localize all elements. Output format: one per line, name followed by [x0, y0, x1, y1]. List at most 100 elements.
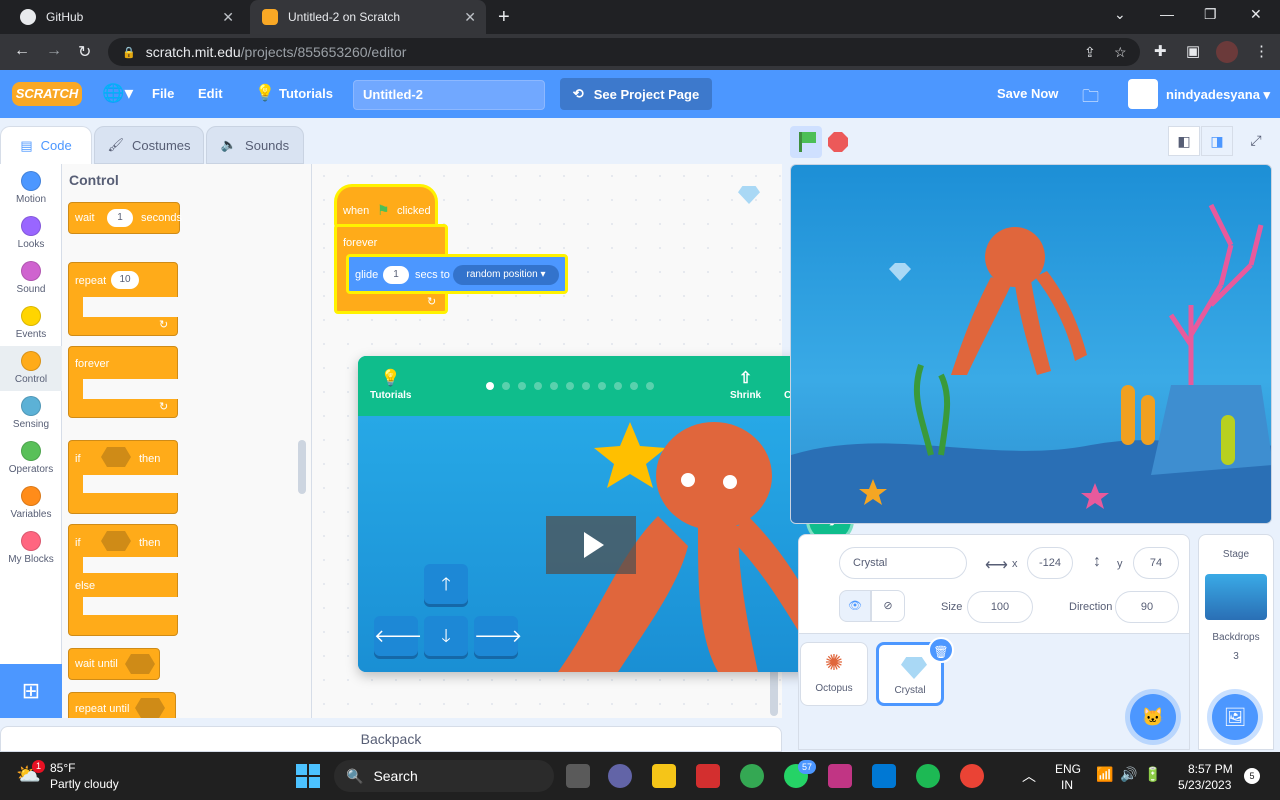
- choose-backdrop-icon[interactable]: 🖼: [1212, 694, 1258, 740]
- glide-target-dropdown[interactable]: random position ▾: [453, 265, 559, 285]
- category-operators[interactable]: Operators: [0, 436, 62, 481]
- wait-value-input[interactable]: 1: [107, 209, 133, 227]
- extensions-puzzle-icon[interactable]: ✚: [1154, 42, 1167, 60]
- back-icon[interactable]: ←: [14, 42, 30, 60]
- tutorial-step-dot[interactable]: [630, 382, 638, 390]
- hide-sprite-icon[interactable]: ⊘: [871, 590, 905, 622]
- side-panel-icon[interactable]: ▣: [1186, 42, 1200, 60]
- block-forever[interactable]: forever ↻: [68, 346, 179, 418]
- tutorial-step-dot[interactable]: [598, 382, 606, 390]
- notification-badge[interactable]: 5: [1244, 768, 1260, 784]
- project-title-input[interactable]: Untitled-2: [353, 80, 545, 110]
- vscode-icon[interactable]: [872, 764, 896, 788]
- tab-costumes[interactable]: 🖌 Costumes: [94, 126, 204, 164]
- battery-icon[interactable]: 🔋: [1144, 766, 1161, 783]
- condition-slot[interactable]: [101, 447, 131, 467]
- chrome-profile-icon[interactable]: [960, 764, 984, 788]
- clock-time[interactable]: 8:57 PM: [1188, 762, 1233, 776]
- category-my-blocks[interactable]: My Blocks: [0, 526, 62, 571]
- wps-office-icon[interactable]: [696, 764, 720, 788]
- file-menu[interactable]: File: [152, 86, 174, 101]
- add-extension-button[interactable]: ⊞: [0, 664, 62, 718]
- condition-slot[interactable]: [135, 698, 165, 718]
- glide-secs-input[interactable]: 1: [383, 266, 409, 284]
- browser-menu-icon[interactable]: ⋮: [1254, 42, 1269, 60]
- green-flag-button[interactable]: [790, 126, 822, 158]
- block-wait[interactable]: wait 1 seconds: [68, 202, 182, 234]
- tab-search-icon[interactable]: ⌄: [1114, 6, 1126, 23]
- tutorial-step-dot[interactable]: [646, 382, 654, 390]
- palette-scrollbar[interactable]: [298, 440, 306, 494]
- category-motion[interactable]: Motion: [0, 166, 62, 211]
- block-when-flag-clicked[interactable]: when ⚑ clicked: [334, 184, 438, 228]
- language-eng[interactable]: ENG: [1055, 762, 1081, 776]
- repeat-value-input[interactable]: 10: [111, 271, 139, 289]
- category-control[interactable]: Control: [0, 346, 62, 391]
- language-globe-icon[interactable]: 🌐▾: [102, 83, 133, 104]
- shrink-button[interactable]: ⇧ Shrink: [730, 368, 761, 401]
- fullscreen-icon[interactable]: ⤢: [1240, 126, 1272, 156]
- see-project-page-button[interactable]: ⟲ See Project Page: [560, 78, 712, 110]
- block-if-then[interactable]: if then: [68, 440, 179, 514]
- choose-sprite-cat-icon[interactable]: 🐱: [1130, 694, 1176, 740]
- show-sprite-eye-icon[interactable]: 👁: [839, 590, 871, 622]
- tutorial-step-dot[interactable]: [518, 382, 526, 390]
- url-input[interactable]: 🔒 scratch.mit.edu/projects/855653260/edi…: [108, 38, 1140, 66]
- forward-icon[interactable]: →: [46, 42, 62, 60]
- taskbar-search[interactable]: 🔍 Search: [334, 760, 554, 792]
- stage[interactable]: [790, 164, 1272, 524]
- block-if-else[interactable]: if then else: [68, 524, 179, 636]
- tab-code[interactable]: ▤ Code: [0, 126, 92, 164]
- close-tab-icon[interactable]: ✕: [222, 9, 234, 26]
- wifi-icon[interactable]: 📶: [1096, 766, 1113, 783]
- file-explorer-icon[interactable]: [652, 764, 676, 788]
- tutorial-step-dot[interactable]: [502, 382, 510, 390]
- tutorials-button[interactable]: 💡 Tutorials: [370, 368, 411, 401]
- close-tab-icon[interactable]: ✕: [464, 9, 476, 26]
- tutorial-step-dot[interactable]: [550, 382, 558, 390]
- tab-github[interactable]: GitHub ✕: [8, 0, 244, 34]
- volume-icon[interactable]: 🔊: [1120, 766, 1137, 783]
- share-icon[interactable]: ⇪: [1084, 44, 1096, 61]
- edit-menu[interactable]: Edit: [198, 86, 223, 101]
- category-looks[interactable]: Looks: [0, 211, 62, 256]
- tutorials-menu[interactable]: Tutorials: [279, 86, 333, 101]
- chrome-icon[interactable]: [740, 764, 764, 788]
- normal-stage-icon[interactable]: ◨: [1201, 126, 1233, 156]
- sprite-name-input[interactable]: Crystal: [839, 547, 967, 579]
- teams-chat-icon[interactable]: [608, 764, 632, 788]
- minimize-icon[interactable]: —: [1160, 6, 1174, 22]
- x-input[interactable]: -124: [1027, 547, 1073, 579]
- block-repeat[interactable]: repeat 10 ↻: [68, 262, 179, 336]
- tutorial-step-dot[interactable]: [614, 382, 622, 390]
- my-stuff-folder-icon[interactable]: 🗀: [1082, 84, 1099, 113]
- new-tab-button[interactable]: +: [498, 6, 510, 29]
- tutorial-step-dot[interactable]: [486, 382, 494, 390]
- play-video-button[interactable]: [546, 516, 636, 574]
- tab-scratch[interactable]: Untitled-2 on Scratch ✕: [250, 0, 486, 34]
- category-events[interactable]: Events: [0, 301, 62, 346]
- condition-slot[interactable]: [101, 531, 131, 551]
- category-variables[interactable]: Variables: [0, 481, 62, 526]
- sprite-octopus[interactable]: ✺ Octopus: [800, 642, 868, 706]
- block-repeat-until[interactable]: repeat until: [68, 692, 176, 718]
- category-sound[interactable]: Sound: [0, 256, 62, 301]
- reload-icon[interactable]: ↻: [78, 42, 91, 62]
- stop-button[interactable]: [828, 132, 848, 152]
- task-view-icon[interactable]: [566, 764, 590, 788]
- delete-sprite-trash-icon[interactable]: 🗑: [928, 637, 954, 663]
- y-input[interactable]: 74: [1133, 547, 1179, 579]
- close-window-icon[interactable]: ✕: [1250, 6, 1262, 23]
- maximize-icon[interactable]: ❐: [1204, 6, 1217, 23]
- tab-sounds[interactable]: 🔈 Sounds: [206, 126, 304, 164]
- user-avatar[interactable]: [1128, 79, 1158, 109]
- direction-input[interactable]: 90: [1115, 591, 1179, 623]
- category-sensing[interactable]: Sensing: [0, 391, 62, 436]
- tutorial-step-dot[interactable]: [566, 382, 574, 390]
- show-hidden-icons-chevron-icon[interactable]: ︿: [1022, 766, 1036, 786]
- spotify-icon[interactable]: [916, 764, 940, 788]
- username[interactable]: nindyadesyana ▾: [1166, 87, 1270, 103]
- windows-start-icon[interactable]: [296, 764, 320, 788]
- bookmark-star-icon[interactable]: ☆: [1114, 44, 1127, 61]
- profile-avatar[interactable]: [1216, 41, 1238, 63]
